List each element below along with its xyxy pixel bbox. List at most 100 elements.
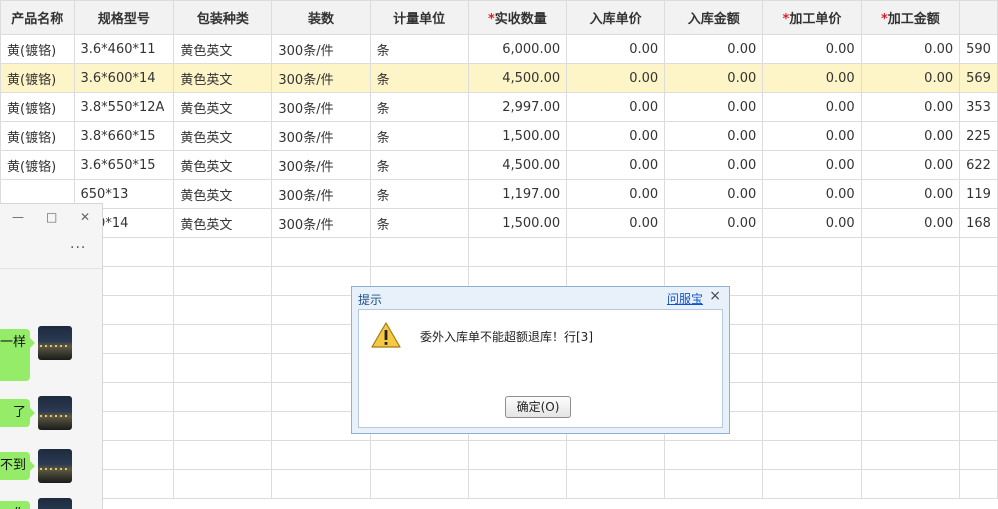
maximize-icon[interactable]: □ xyxy=(46,210,57,224)
table-cell[interactable]: 黄色英文 xyxy=(173,121,273,151)
table-cell[interactable] xyxy=(271,469,371,499)
table-cell[interactable]: 0.00 xyxy=(860,63,961,93)
column-header[interactable]: *实收数量 xyxy=(467,0,568,35)
table-cell[interactable]: 225 xyxy=(959,121,998,151)
table-cell[interactable]: 300条/件 xyxy=(271,63,371,93)
table-cell[interactable] xyxy=(860,266,961,296)
table-cell[interactable]: 0.00 xyxy=(566,34,666,64)
table-cell[interactable] xyxy=(664,440,764,470)
table-cell[interactable] xyxy=(467,440,568,470)
table-cell[interactable] xyxy=(664,469,764,499)
table-cell[interactable]: 条 xyxy=(369,92,469,122)
table-cell[interactable]: 黄色英文 xyxy=(173,34,273,64)
table-cell[interactable]: 条 xyxy=(369,208,469,238)
table-cell[interactable] xyxy=(959,353,998,383)
table-cell[interactable] xyxy=(173,411,273,441)
table-cell[interactable]: 黄(镀铬) xyxy=(0,34,75,64)
table-cell[interactable]: 4,500.00 xyxy=(467,150,568,180)
table-cell[interactable] xyxy=(959,237,998,267)
table-cell[interactable]: 0.00 xyxy=(566,121,666,151)
table-cell[interactable]: 622 xyxy=(959,150,998,180)
table-cell[interactable] xyxy=(369,469,469,499)
table-cell[interactable]: 4,500.00 xyxy=(467,63,568,93)
table-cell[interactable]: 黄色英文 xyxy=(173,150,273,180)
table-cell[interactable]: 0.00 xyxy=(664,150,764,180)
avatar[interactable] xyxy=(38,326,72,360)
table-cell[interactable] xyxy=(860,353,961,383)
table-cell[interactable]: 0.00 xyxy=(566,150,666,180)
table-cell[interactable]: 0.00 xyxy=(664,34,764,64)
table-cell[interactable]: 300条/件 xyxy=(271,92,371,122)
table-cell[interactable]: 0.00 xyxy=(762,34,862,64)
table-cell[interactable] xyxy=(762,440,862,470)
minimize-icon[interactable]: — xyxy=(12,210,24,224)
table-cell[interactable]: 168 xyxy=(959,208,998,238)
table-cell[interactable]: 1,500.00 xyxy=(467,121,568,151)
table-row[interactable]: 黄(镀铬) 3.6*460*11 黄色英文 300条/件条 6,000.00 0.00 0.… xyxy=(0,34,998,64)
table-cell[interactable]: 0.00 xyxy=(566,63,666,93)
chat-bubble[interactable]: 了 xyxy=(0,399,35,427)
table-cell[interactable] xyxy=(173,469,273,499)
column-header[interactable]: 入库金额 xyxy=(664,0,764,35)
table-cell[interactable] xyxy=(173,295,273,325)
table-row[interactable]: 650*13 黄色英文 300条/件条 1,197.00 0.00 0.00 0.00 0.0… xyxy=(0,179,998,209)
more-icon[interactable]: ··· xyxy=(70,240,86,256)
table-cell[interactable] xyxy=(762,295,862,325)
table-cell[interactable]: 0.00 xyxy=(762,63,862,93)
table-cell[interactable]: 0.00 xyxy=(566,179,666,209)
table-cell[interactable] xyxy=(173,353,273,383)
table-cell[interactable] xyxy=(762,411,862,441)
chat-bubble[interactable]: 一样 xyxy=(0,329,35,381)
avatar[interactable] xyxy=(38,396,72,430)
table-cell[interactable]: 300条/件 xyxy=(271,150,371,180)
table-cell[interactable]: 1,197.00 xyxy=(467,179,568,209)
table-cell[interactable]: 黄(镀铬) xyxy=(0,121,75,151)
table-cell[interactable] xyxy=(762,324,862,354)
table-row[interactable]: 700*14 黄色英文 300条/件条 1,500.00 0.00 0.00 0.00 0.0… xyxy=(0,208,998,238)
table-cell[interactable] xyxy=(566,440,666,470)
table-cell[interactable]: 300条/件 xyxy=(271,179,371,209)
table-cell[interactable]: 0.00 xyxy=(762,150,862,180)
table-cell[interactable]: 0.00 xyxy=(860,34,961,64)
table-cell[interactable]: 2,997.00 xyxy=(467,92,568,122)
close-icon[interactable]: ✕ xyxy=(80,210,90,224)
table-cell[interactable] xyxy=(762,469,862,499)
table-cell[interactable] xyxy=(762,266,862,296)
table-cell[interactable]: 300条/件 xyxy=(271,34,371,64)
column-header[interactable]: *加工单价 xyxy=(762,0,862,35)
table-cell[interactable]: 条 xyxy=(369,63,469,93)
table-cell[interactable] xyxy=(959,295,998,325)
table-cell[interactable]: 6,000.00 xyxy=(467,34,568,64)
table-row[interactable]: 黄(镀铬) 3.8*550*12A 黄色英文 300条/件条 2,997.00 0.00 0… xyxy=(0,92,998,122)
table-cell[interactable] xyxy=(173,266,273,296)
table-cell[interactable]: 0.00 xyxy=(566,208,666,238)
table-cell[interactable]: 0.00 xyxy=(664,92,764,122)
table-cell[interactable]: 3.6*650*15 xyxy=(73,150,175,180)
table-cell[interactable]: 3.6*460*11 xyxy=(73,34,175,64)
table-cell[interactable] xyxy=(369,237,469,267)
table-cell[interactable]: 条 xyxy=(369,121,469,151)
table-cell[interactable]: 条 xyxy=(369,150,469,180)
column-header[interactable]: 包装种类 xyxy=(173,0,273,35)
column-header[interactable]: 计量单位 xyxy=(369,0,469,35)
table-cell[interactable]: 黄色英文 xyxy=(173,208,273,238)
table-cell[interactable]: 0.00 xyxy=(566,92,666,122)
table-cell[interactable]: 0.00 xyxy=(860,121,961,151)
column-header[interactable]: *加工金额 xyxy=(860,0,961,35)
table-cell[interactable] xyxy=(860,411,961,441)
table-cell[interactable]: 1,500.00 xyxy=(467,208,568,238)
table-cell[interactable]: 0.00 xyxy=(860,150,961,180)
table-cell[interactable]: 黄色英文 xyxy=(173,179,273,209)
table-row[interactable]: 黄(镀铬) 3.6*650*15 黄色英文 300条/件条 4,500.00 0.00 0.… xyxy=(0,150,998,180)
empty-row[interactable] xyxy=(0,469,998,499)
table-cell[interactable] xyxy=(271,440,371,470)
table-cell[interactable] xyxy=(173,324,273,354)
table-row[interactable]: 黄(镀铬) 3.8*660*15 黄色英文 300条/件条 1,500.00 0.00 0.… xyxy=(0,121,998,151)
table-cell[interactable]: 0.00 xyxy=(860,179,961,209)
table-cell[interactable] xyxy=(566,469,666,499)
table-cell[interactable]: 黄色英文 xyxy=(173,92,273,122)
table-cell[interactable] xyxy=(664,237,764,267)
table-cell[interactable] xyxy=(369,440,469,470)
empty-row[interactable] xyxy=(0,237,998,267)
table-cell[interactable]: 353 xyxy=(959,92,998,122)
